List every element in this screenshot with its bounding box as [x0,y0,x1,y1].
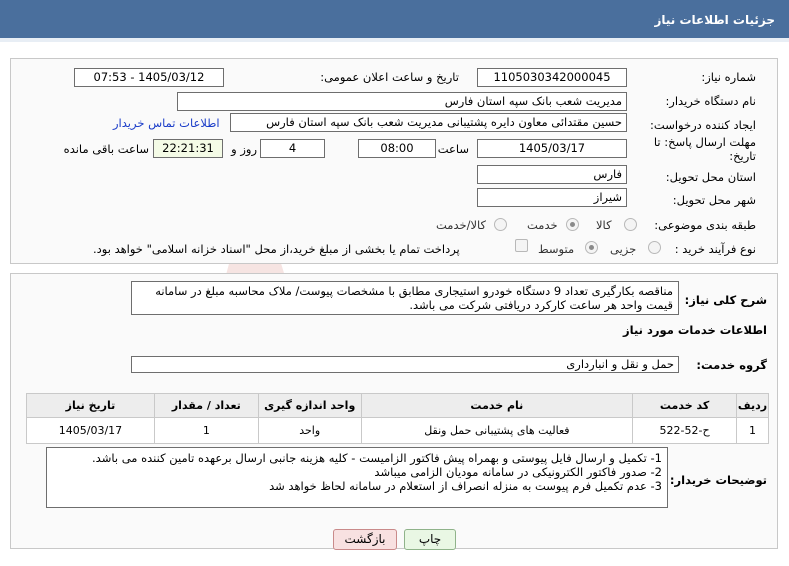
description-label: شرح کلی نیاز: [684,293,767,307]
col-unit: واحد اندازه گیری [257,393,362,418]
announce-datetime-label: تاریخ و ساعت اعلان عمومی: [320,70,459,84]
process-option-minor-label: جزیی [610,242,637,256]
deadline-time-field[interactable]: 08:00 [358,139,436,158]
col-code: کد خدمت [632,393,738,418]
cell-unit: واحد [257,417,362,444]
buyer-notes-label: توضیحات خریدار: [669,473,767,487]
service-group-label: گروه خدمت: [696,358,767,372]
province-field[interactable]: فارس [477,165,627,184]
col-name: نام خدمت [360,393,634,418]
process-radio-minor[interactable] [648,241,661,254]
cell-name: فعالیت های پشتیبانی حمل ونقل [360,417,634,444]
process-option-medium-label: متوسط [538,242,575,256]
services-table: ردیف کد خدمت نام خدمت واحد اندازه گیری ت… [26,393,769,444]
services-table-header: ردیف کد خدمت نام خدمت واحد اندازه گیری ت… [26,393,769,418]
col-date: تاریخ نیاز [26,393,155,418]
service-group-field[interactable]: حمل و نقل و انبارداری [131,356,679,373]
cell-row: 1 [736,417,769,444]
page-title: جزئیات اطلاعات نیاز [654,13,775,27]
category-radio-service[interactable] [566,218,579,231]
cell-qty: 1 [153,417,259,444]
deadline-time-label: ساعت [437,142,469,156]
services-section-title: اطلاعات خدمات مورد نیاز [623,323,767,337]
print-button[interactable]: چاپ [404,529,456,550]
buyer-org-field[interactable]: مدیریت شعب بانک سپه استان فارس [177,92,627,111]
deadline-date-field[interactable]: 1405/03/17 [477,139,627,158]
buyer-contact-link[interactable]: اطلاعات تماس خریدار [113,116,220,130]
requester-label: ایجاد کننده درخواست: [650,118,756,132]
buyer-note-line: 3- عدم تکمیل فرم پیوست به منزله انصراف ا… [269,479,662,493]
col-qty: تعداد / مقدار [153,393,259,418]
category-option-service-label: خدمت [527,218,558,232]
days-field[interactable]: 4 [260,139,325,158]
table-row: 1 ح-52-522 فعالیت های پشتیبانی حمل ونقل … [26,417,769,444]
city-label: شهر محل تحویل: [672,193,756,207]
deadline-label: مهلت ارسال پاسخ: تا تاریخ: [653,135,756,163]
province-label: استان محل تحویل: [665,170,756,184]
cell-code: ح-52-522 [632,417,738,444]
category-option-both-label: کالا/خدمت [436,218,487,232]
need-number-label: شماره نیاز: [701,70,756,84]
buyer-org-label: نام دستگاه خریدار: [665,94,756,108]
requester-field[interactable]: حسین مقتدائی معاون دایره پشتیبانی مدیریت… [230,113,627,132]
category-radio-both[interactable] [494,218,507,231]
back-button[interactable]: بازگشت [333,529,397,550]
process-label: نوع فرآیند خرید : [674,242,756,256]
announce-datetime-field[interactable]: 1405/03/12 - 07:53 [74,68,224,87]
buyer-notes-textbox[interactable]: 1- تکمیل و ارسال فایل پیوستی و بهمراه پی… [46,447,668,508]
treasury-payment-checkbox[interactable] [515,239,528,252]
category-label: طبقه بندی موضوعی: [654,218,756,232]
city-field[interactable]: شیراز [477,188,627,207]
col-row: ردیف [736,393,769,418]
category-radio-goods[interactable] [624,218,637,231]
page-header: جزئیات اطلاعات نیاز [0,0,789,42]
remaining-label: ساعت باقی مانده [63,142,149,156]
cell-date: 1405/03/17 [26,417,155,444]
description-textbox[interactable]: مناقصه بکارگیری تعداد 9 دستگاه خودرو است… [131,281,679,315]
remaining-time-field: 22:21:31 [153,139,223,158]
category-option-goods-label: کالا [596,218,612,232]
treasury-payment-note: پرداخت تمام یا بخشی از مبلغ خرید،از محل … [93,242,460,256]
buyer-note-line: 1- تکمیل و ارسال فایل پیوستی و بهمراه پی… [92,451,662,465]
buyer-note-line: 2- صدور فاکتور الکترونیکی در سامانه مودی… [374,465,662,479]
days-label: روز و [231,142,257,156]
need-number-field[interactable]: 1105030342000045 [477,68,627,87]
process-radio-medium[interactable] [585,241,598,254]
